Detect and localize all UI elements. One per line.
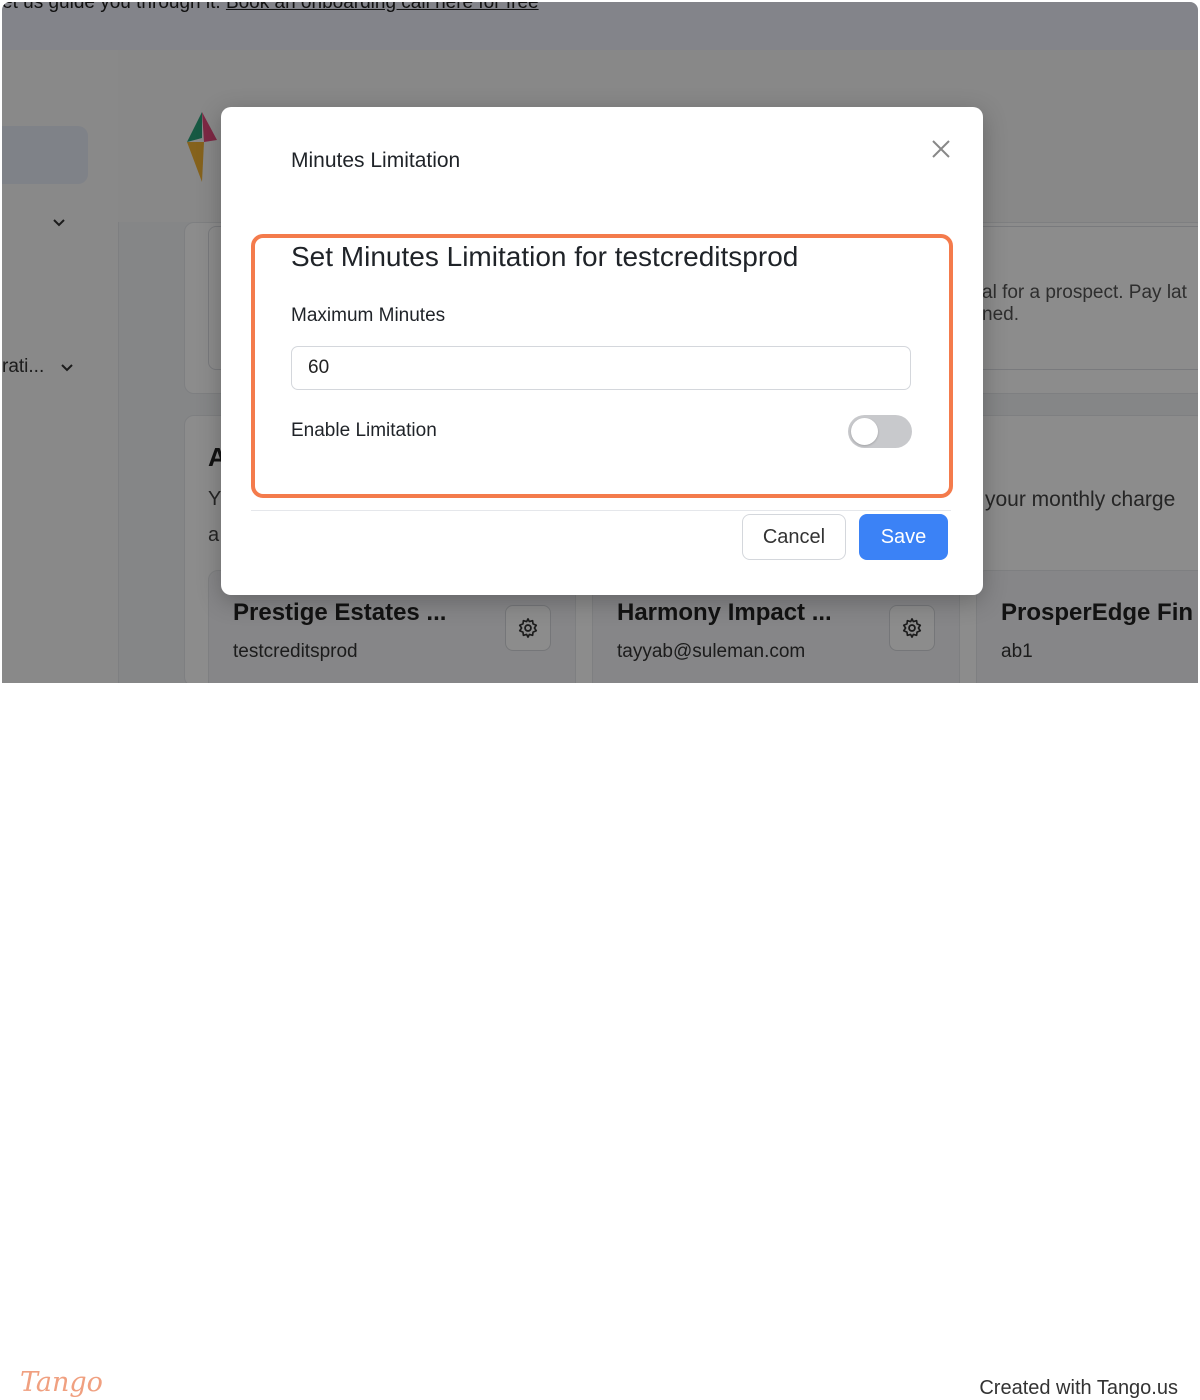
minutes-limitation-dialog: Minutes Limitation Set Minutes Limitatio… [221,107,983,595]
footer-divider [251,510,951,511]
app-window: et us guide you through it. Book an onbo… [2,2,1198,683]
maximum-minutes-label: Maximum Minutes [291,305,446,326]
enable-limitation-label: Enable Limitation [291,420,437,441]
save-button[interactable]: Save [859,514,948,560]
enable-limitation-toggle[interactable] [848,415,912,448]
maximum-minutes-input[interactable] [291,346,911,390]
tango-logo: Tango [20,1367,103,1398]
tango-credit: Created with Tango.us [979,1377,1178,1399]
dialog-title: Minutes Limitation [291,149,461,172]
section-heading: Set Minutes Limitation for testcreditspr… [291,241,799,272]
toggle-knob [851,418,878,445]
tango-footer: Tango Created with Tango.us [0,683,1200,1399]
close-icon[interactable] [927,135,955,163]
cancel-button[interactable]: Cancel [742,514,846,560]
